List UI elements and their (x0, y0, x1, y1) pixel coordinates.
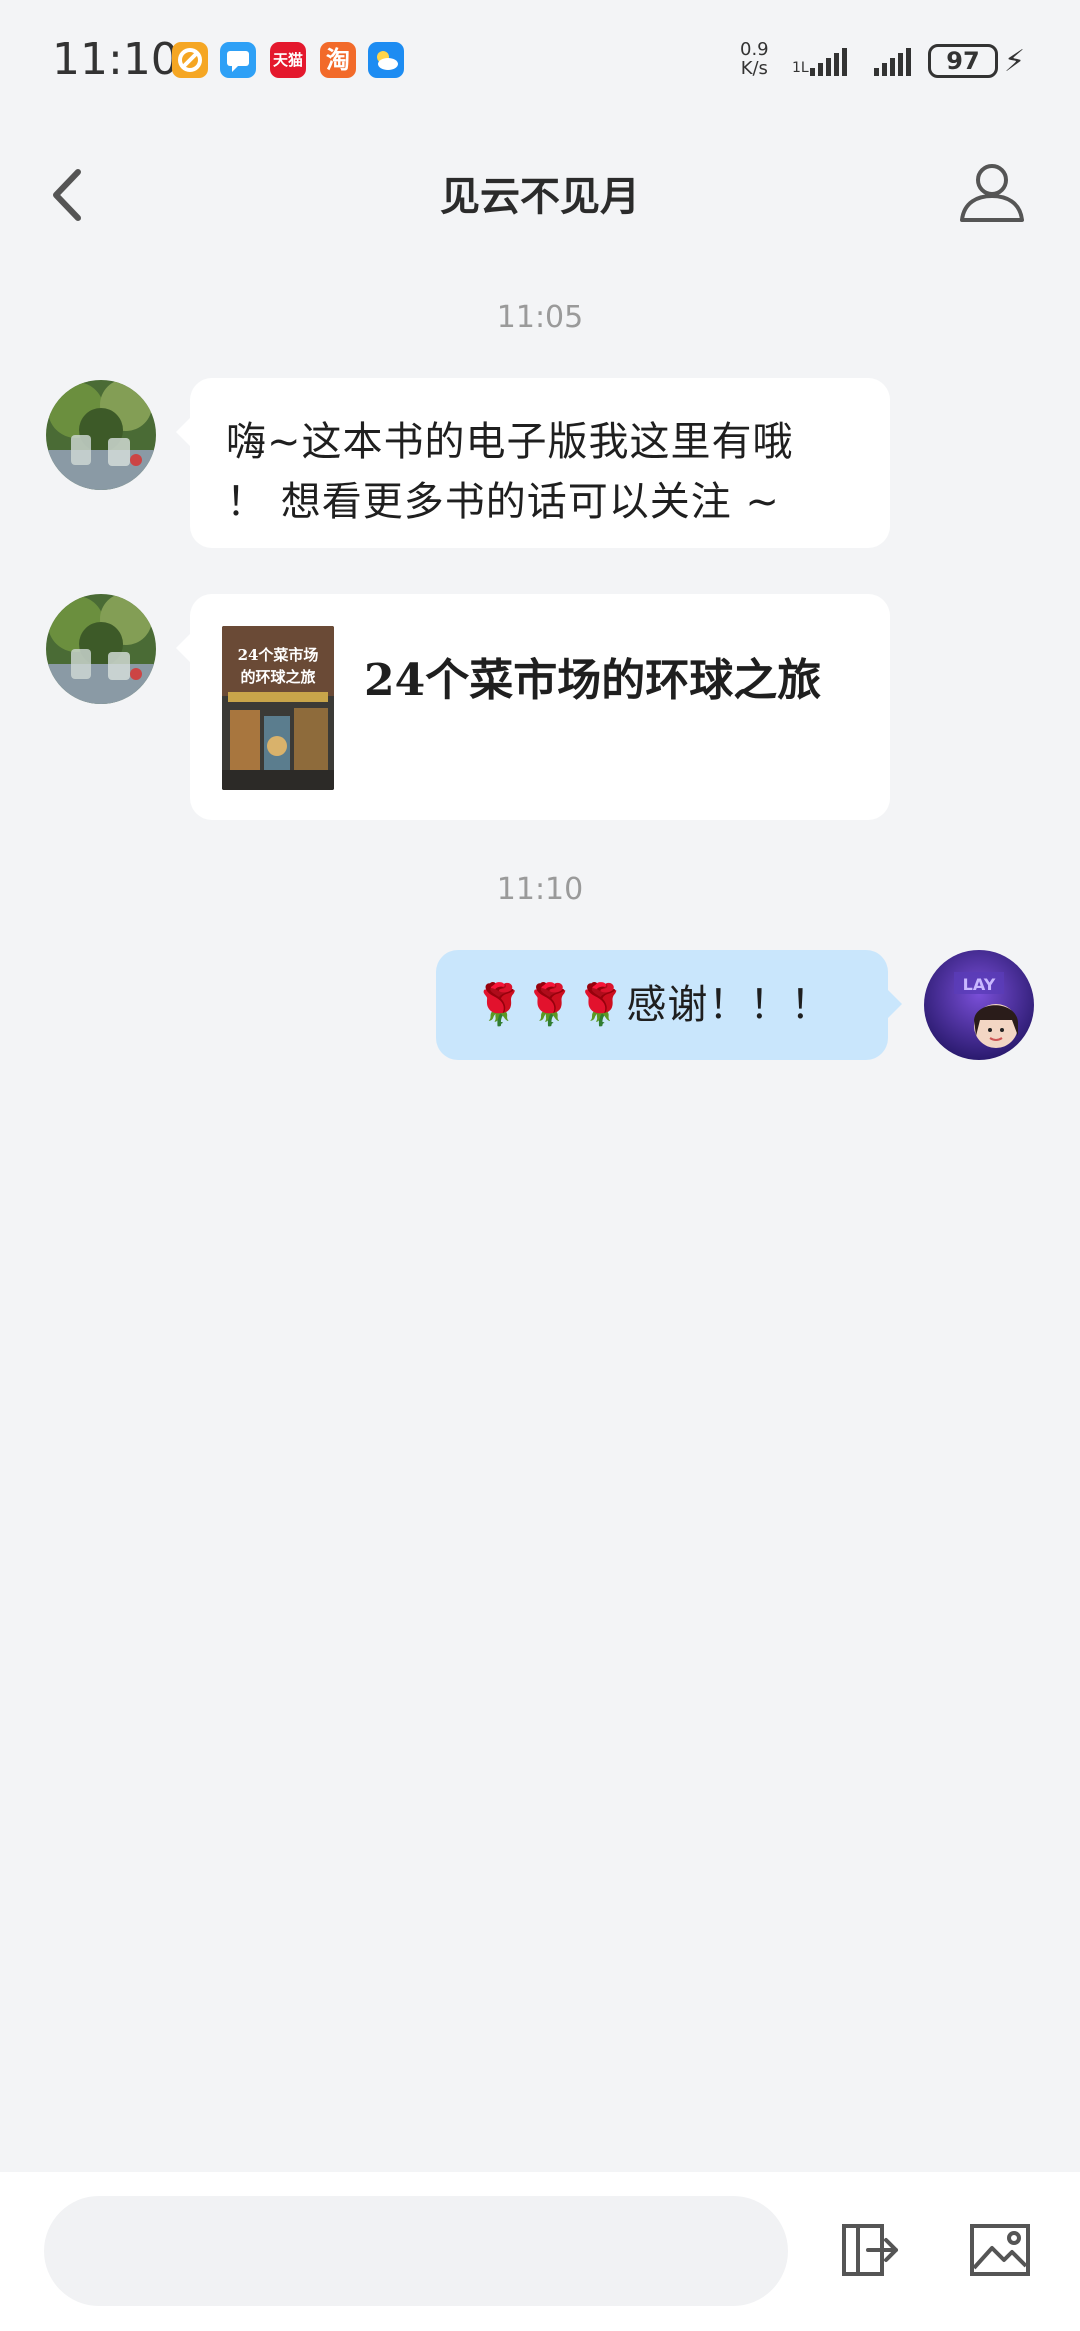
book-cover-image: 24个菜市场 的环球之旅 (222, 626, 334, 790)
net-speed-unit: K/s (740, 58, 768, 79)
chat-screen: 11:10 天猫 淘 0.9 K/s 1L 97 ⚡ 见云不见月 11:05 嗨… (0, 0, 1080, 2331)
message-text-line-2: ！ 想看更多书的话可以关注 ~ (226, 479, 780, 525)
message-text-line-1: 嗨~这本书的电子版我这里有哦 (226, 419, 794, 465)
app-icon-tmall: 天猫 (270, 42, 306, 78)
page-title: 见云不见月 (440, 174, 640, 220)
contact-avatar[interactable] (46, 594, 156, 704)
image-button[interactable] (968, 2218, 1032, 2282)
timestamp: 11:10 (496, 872, 584, 907)
composer-bar (0, 2172, 1080, 2331)
app-icon-message (220, 42, 256, 78)
export-icon (842, 2224, 898, 2276)
user-avatar[interactable]: LAY (924, 950, 1034, 1060)
net-speed: 0.9 K/s (740, 40, 769, 78)
contact-avatar[interactable] (46, 380, 156, 490)
svg-text:LAY: LAY (963, 975, 996, 994)
outgoing-message-bubble[interactable]: 🌹🌹🌹感谢！！！ (436, 950, 902, 1060)
message-input[interactable] (44, 2196, 788, 2306)
timestamp: 11:05 (496, 300, 584, 335)
battery-indicator: 97 (928, 44, 998, 78)
book-card[interactable]: 24个菜市场 的环球之旅 24个菜市场的环球之旅 (176, 594, 890, 820)
chat-header: 见云不见月 (0, 120, 1080, 260)
svg-text:的环球之旅: 的环球之旅 (240, 668, 315, 686)
message-text: 🌹🌹🌹感谢！！！ (474, 982, 832, 1028)
app-icon-orange (172, 42, 208, 78)
status-bar: 11:10 天猫 淘 0.9 K/s 1L 97 ⚡ (0, 0, 1080, 120)
charging-icon: ⚡ (1004, 44, 1026, 79)
image-icon (970, 2224, 1030, 2276)
signal-1-icon: 1L (792, 48, 847, 76)
signal-2-icon (874, 48, 911, 76)
book-title: 24个菜市场的环球之旅 (364, 655, 822, 706)
incoming-message-bubble[interactable]: 嗨~这本书的电子版我这里有哦 ！ 想看更多书的话可以关注 ~ (176, 378, 890, 548)
app-icon-weather (368, 42, 404, 78)
export-button[interactable] (838, 2218, 902, 2282)
person-icon (960, 164, 1024, 222)
svg-text:24个菜市场: 24个菜市场 (238, 646, 319, 664)
svg-text:1L: 1L (792, 60, 809, 76)
status-time: 11:10 (52, 34, 179, 85)
profile-button[interactable] (956, 156, 1028, 228)
net-speed-value: 0.9 (740, 39, 769, 60)
app-icon-taobao: 淘 (320, 42, 356, 78)
